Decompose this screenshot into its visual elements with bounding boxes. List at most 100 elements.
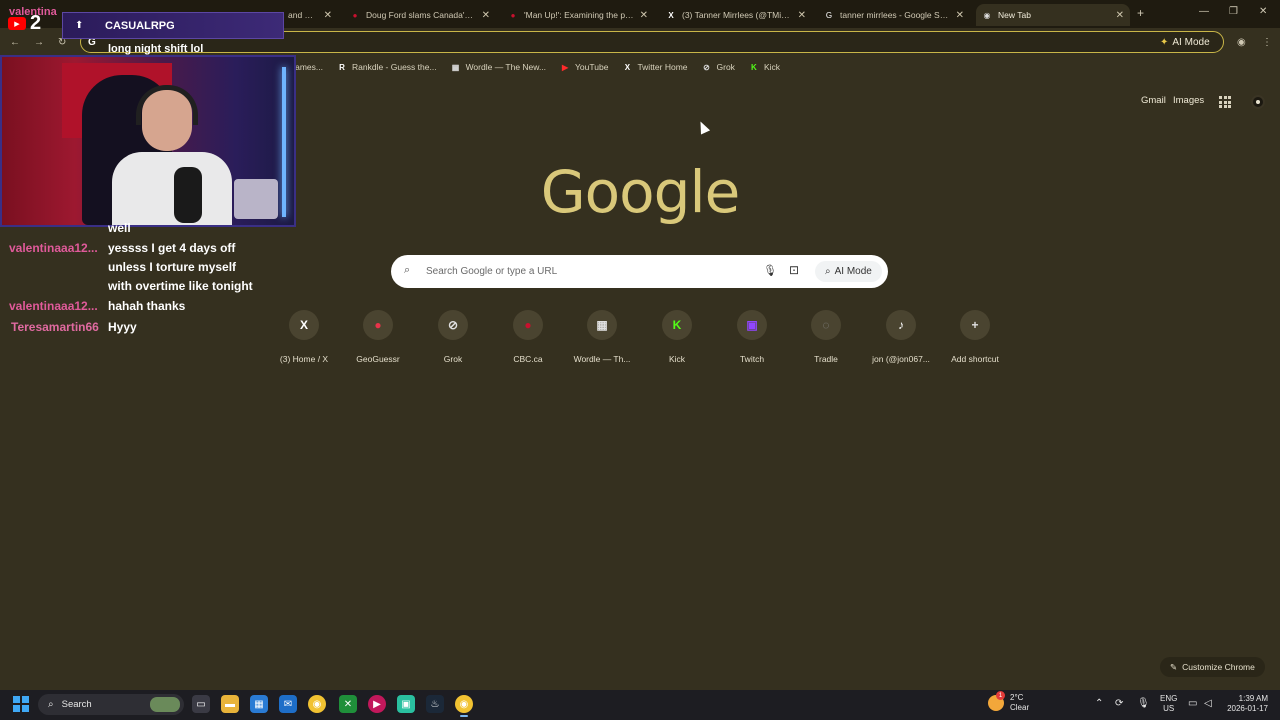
close-icon[interactable]: ✕ [956,10,964,21]
bookmark-label: Grok [716,62,735,72]
tab-3[interactable]: ● 'Man Up!': Examining the push ✕ [502,4,654,26]
xbox-icon[interactable]: ✕ [339,695,357,713]
app-icon[interactable]: ▣ [397,695,415,713]
shortcut-tile[interactable]: + Add shortcut [939,310,1011,364]
cbc-icon: ● [510,10,516,20]
chat-message: with overtime like tonight [108,279,253,293]
search-icon: ⌕ [404,264,411,276]
streamer-shirt [112,152,232,225]
close-icon[interactable]: ✕ [324,10,332,21]
bookmark-grok[interactable]: ⊘ Grok [702,62,735,72]
youtube-icon: ▶ [561,62,569,72]
microsoft-store-icon[interactable]: ▦ [250,695,268,713]
tab-title: tanner mirrlees - Google Searc [840,10,950,20]
microphone-icon[interactable]: 🎙 [1137,698,1150,709]
tab-2[interactable]: ● Doug Ford slams Canada's 'lop ✕ [344,4,496,26]
file-explorer-icon[interactable]: ▬ [221,695,239,713]
windows-start-icon[interactable] [13,696,29,712]
close-icon[interactable]: ✕ [640,10,648,21]
bookmark-youtube[interactable]: ▶ YouTube [560,62,608,72]
task-view-icon[interactable]: ▭ [192,695,210,713]
youtube-icon: ▶ [8,17,26,30]
address-bar-text: long night shift lol [108,43,204,55]
profile-icon[interactable]: ◉ [1237,37,1246,48]
bookmark-kick[interactable]: K Kick [749,62,780,72]
chat-message: yessss I get 4 days off [108,241,236,255]
microphone [174,167,202,223]
tray-app-icon[interactable]: ⟳ [1115,698,1123,709]
language-indicator[interactable]: ENG US [1160,694,1177,714]
bookmark-rankdle[interactable]: R Rankdle - Guess the... [337,62,436,72]
tab-4[interactable]: X (3) Tanner Mirrlees (@TMirrlee ✕ [660,4,812,26]
customize-chrome-button[interactable]: ✎ Customize Chrome [1160,657,1265,677]
streamer-name: CASUALRPG [105,20,175,32]
chrome-active-icon[interactable]: ◉ [455,695,473,717]
back-icon[interactable]: ← [10,37,20,48]
shortcut-tile[interactable]: ▣ Twitch [716,310,788,364]
steam-icon[interactable]: ♨ [426,695,444,713]
forward-icon[interactable]: → [34,37,44,48]
search-placeholder[interactable]: Search Google or type a URL [426,266,557,277]
restore-button[interactable]: ❐ [1229,6,1238,17]
shortcut-label: Tradle [814,354,838,364]
shortcut-label: (3) Home / X [279,354,329,364]
taskbar-search[interactable]: ⌕ Search [38,694,184,715]
close-icon[interactable]: ✕ [798,10,806,21]
grok-icon: ⊘ [703,62,710,72]
shortcut-label: jon (@jon067... [872,354,930,364]
grid-icon: ▦ [451,62,460,72]
minimize-button[interactable]: — [1199,6,1209,17]
bookmarks-bar: C Games... R Rankdle - Guess the... ▦ Wo… [280,58,794,76]
weather-widget[interactable]: 1 2°C Clear [988,691,1029,713]
chevron-up-icon[interactable]: ⌃ [1095,698,1103,709]
shortcut-tile[interactable]: ♪ jon (@jon067... [865,310,937,364]
new-tab-button[interactable]: + [1137,6,1144,20]
ai-mode-button[interactable]: ⌕ AI Mode [815,261,882,282]
menu-icon[interactable]: ⋮ [1262,37,1272,48]
account-avatar[interactable] [1251,95,1265,109]
pencil-icon: ✎ [1170,661,1178,672]
gmail-link[interactable]: Gmail [1141,95,1166,106]
shortcut-tile[interactable]: ▦ Wordle — Th... [566,310,638,364]
ai-mode-button[interactable]: ✦ AI Mode [1160,34,1210,50]
shortcut-tile[interactable]: K Kick [641,310,713,364]
grid-icon: ▦ [587,310,617,340]
tab-title: (3) Tanner Mirrlees (@TMirrlee [682,10,792,20]
shortcut-tile[interactable]: ⊘ Grok [417,310,489,364]
tab-5[interactable]: G tanner mirrlees - Google Searc ✕ [818,4,970,26]
bookmark-label: Wordle — The New... [465,62,547,72]
search-box[interactable]: ⌕ Search Google or type a URL 🎙 ⊡ ⌕ AI M… [391,255,888,288]
grok-icon: ⊘ [438,310,468,340]
google-apps-icon[interactable] [1219,96,1231,108]
close-icon[interactable]: ✕ [1116,10,1124,21]
x-icon: X [289,310,319,340]
tiktok-icon: ♪ [886,310,916,340]
shortcut-tile[interactable]: ● CBC.ca [492,310,564,364]
bookmark-twitter-home[interactable]: X Twitter Home [622,62,688,72]
youtube-viewer-badge: ▶ 2 [8,12,41,35]
lens-icon[interactable]: ⊡ [789,263,799,277]
media-player-icon[interactable]: ▶ [368,695,386,713]
system-clock[interactable]: 1:39 AM 2026-01-17 [1224,694,1268,714]
bookmark-wordle[interactable]: ▦ Wordle — The New... [451,62,546,72]
images-link[interactable]: Images [1173,95,1204,106]
plus-icon: + [960,310,990,340]
network-icon[interactable]: ▭ [1188,698,1197,709]
shortcut-tile[interactable]: ● GeoGuessr [342,310,414,364]
shortcut-tile[interactable]: X (3) Home / X [268,310,340,364]
close-icon[interactable]: ✕ [482,10,490,21]
language-code: ENG [1160,694,1178,703]
bookmark-label: Kick [763,62,780,72]
microphone-icon[interactable]: 🎙 [763,264,777,277]
chat-username: Teresamartin66 [11,320,99,334]
chat-message: hahah thanks [108,299,186,313]
close-window-button[interactable]: ✕ [1259,6,1267,17]
shortcut-tile[interactable]: ◌ Tradle [790,310,862,364]
cbc-icon: ● [513,310,543,340]
kick-icon: K [751,62,757,72]
tab-new-tab[interactable]: ◉ New Tab ✕ [976,4,1130,26]
mail-icon[interactable]: ✉ [279,695,297,713]
tab-1[interactable]: and disc ✕ [282,4,338,26]
volume-icon[interactable]: ◁ [1204,698,1212,709]
chrome-icon[interactable]: ◉ [308,695,326,713]
